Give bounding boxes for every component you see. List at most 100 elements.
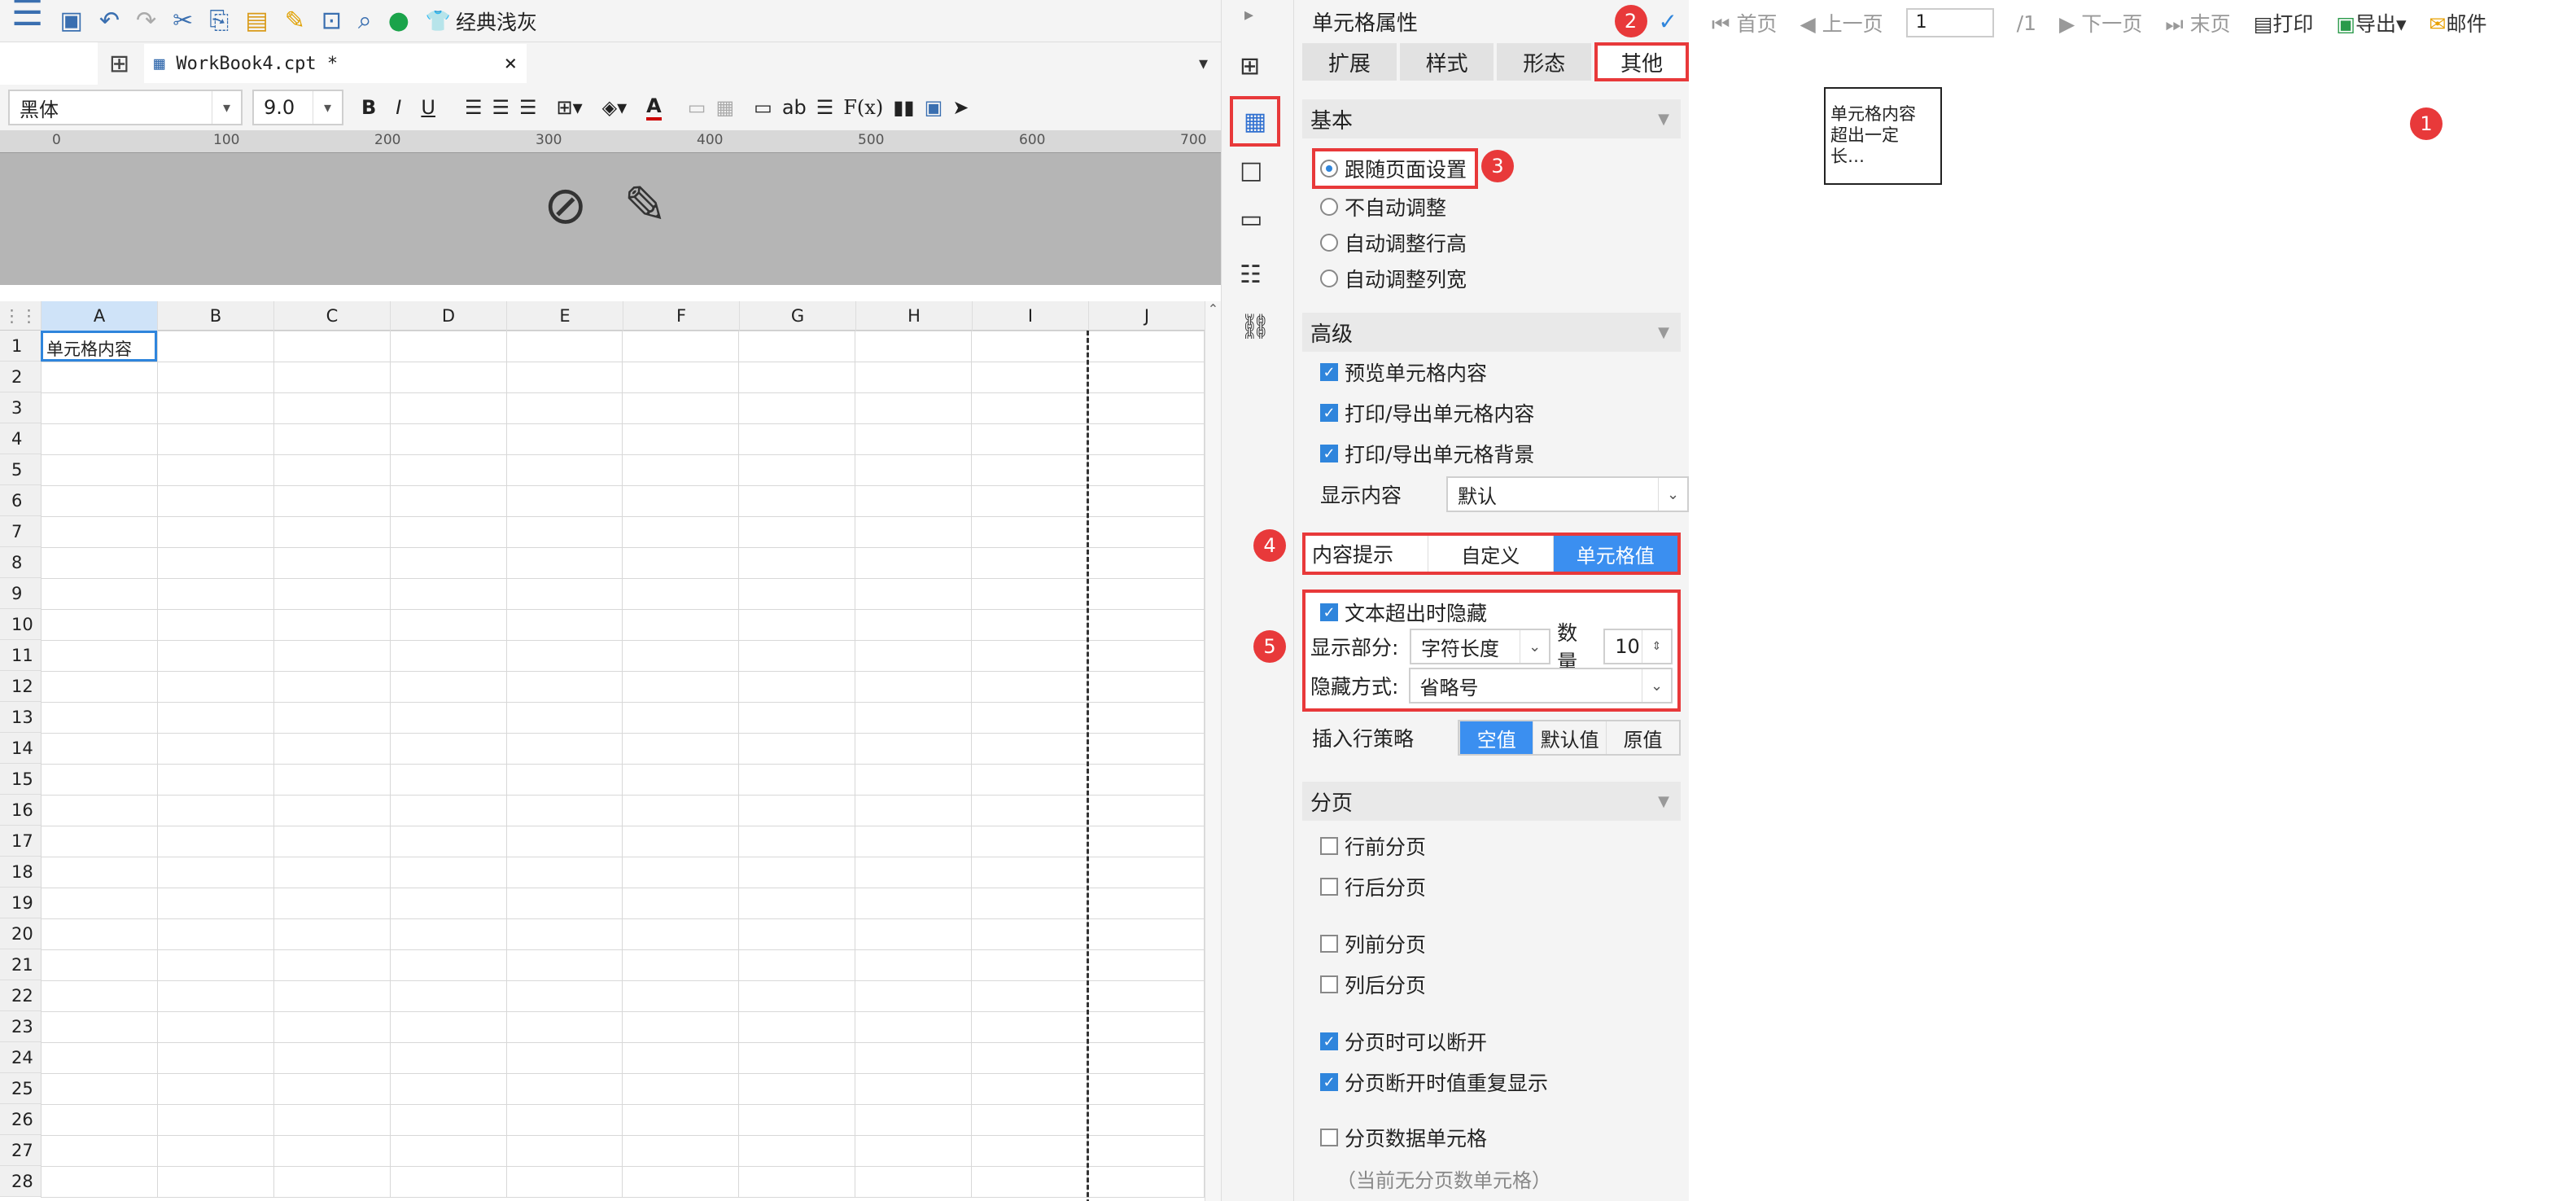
fill-color-icon[interactable]: ◈▾ — [602, 96, 628, 119]
grid-cell[interactable] — [622, 857, 740, 888]
grid-cell[interactable] — [389, 888, 507, 919]
grid-cell[interactable] — [505, 423, 623, 455]
row-header[interactable]: 3 — [0, 392, 41, 423]
grid-cell[interactable] — [971, 640, 1088, 672]
search-preview-icon[interactable]: ⌕ — [358, 7, 372, 35]
grid-cell[interactable] — [1087, 702, 1205, 734]
grid-cell[interactable] — [622, 609, 740, 641]
grid-cell[interactable] — [273, 1011, 391, 1043]
grid-cell[interactable] — [1087, 609, 1205, 641]
grid-cell[interactable] — [971, 949, 1088, 981]
insert-null[interactable]: 空值 — [1459, 721, 1533, 754]
font-select[interactable]: 黑体 ▾ — [8, 90, 243, 125]
row-header[interactable]: 20 — [0, 918, 41, 949]
grid-cell[interactable] — [156, 1166, 274, 1198]
grid-cell[interactable] — [855, 454, 973, 486]
grid-cell[interactable] — [40, 1073, 158, 1105]
column-header[interactable]: J — [1088, 301, 1205, 331]
section-paging[interactable]: 分页 ▼ — [1302, 782, 1681, 821]
grid-cell[interactable] — [505, 392, 623, 424]
grid-cell[interactable] — [622, 918, 740, 950]
grid-cell[interactable] — [156, 392, 274, 424]
grid-cell[interactable] — [738, 485, 856, 517]
grid-cell[interactable] — [971, 578, 1088, 610]
grid-cell[interactable] — [855, 826, 973, 857]
grid-cell[interactable] — [738, 1011, 856, 1043]
grid-cell[interactable] — [622, 640, 740, 672]
collapse-arrow-icon[interactable]: ▸ — [1244, 5, 1253, 25]
grid-cell[interactable] — [622, 888, 740, 919]
grid-cell[interactable] — [971, 423, 1088, 455]
row-header[interactable]: 12 — [0, 671, 41, 702]
page-input[interactable]: 1 — [1905, 8, 1994, 37]
grid-cell[interactable] — [855, 918, 973, 950]
grid-cell[interactable] — [738, 1135, 856, 1167]
grid-cell[interactable] — [622, 516, 740, 548]
grid-cell[interactable] — [40, 857, 158, 888]
last-page-button[interactable]: ⏭ 末页 — [2165, 8, 2230, 37]
row-header[interactable]: 9 — [0, 578, 41, 609]
pin-icon[interactable]: ✓ — [1659, 8, 1677, 35]
hide-icon[interactable]: ⊘ — [544, 176, 588, 236]
grid-cell[interactable] — [40, 362, 158, 393]
grid-cell[interactable] — [389, 516, 507, 548]
grid-cell[interactable] — [971, 1135, 1088, 1167]
grid-cell[interactable] — [855, 795, 973, 826]
grid-cell[interactable] — [40, 640, 158, 672]
section-basic[interactable]: 基本 ▼ — [1302, 99, 1681, 138]
grid-cell[interactable] — [1087, 423, 1205, 455]
prev-page-button[interactable]: ◀ 上一页 — [1800, 8, 1883, 37]
grid-cell[interactable] — [156, 857, 274, 888]
grid-cell[interactable] — [505, 764, 623, 796]
grid-cell[interactable] — [971, 362, 1088, 393]
grid-cell[interactable] — [1087, 547, 1205, 579]
grid-cell[interactable] — [855, 888, 973, 919]
grid-cell[interactable] — [505, 609, 623, 641]
grid-cell[interactable] — [389, 331, 507, 362]
grid-cell[interactable] — [156, 980, 274, 1012]
grid-cell[interactable] — [389, 702, 507, 734]
grid-cell[interactable] — [738, 609, 856, 641]
merge-icon[interactable]: ▭ — [688, 96, 706, 119]
grid-cell[interactable] — [1087, 454, 1205, 486]
grid-cell[interactable] — [389, 578, 507, 610]
row-header[interactable]: 28 — [0, 1166, 41, 1197]
grid-cell[interactable] — [156, 1135, 274, 1167]
grid-cell[interactable] — [1087, 1011, 1205, 1043]
widget-icon[interactable]: ▭ — [1240, 205, 1262, 234]
grid-cell[interactable] — [273, 671, 391, 703]
grid-cell[interactable] — [855, 331, 973, 362]
grid-cell[interactable] — [505, 980, 623, 1012]
grid-icon[interactable]: ⊞ — [109, 50, 129, 78]
row-header[interactable]: 13 — [0, 702, 41, 733]
check-repeat-value[interactable]: ✓ 分页断开时值重复显示 — [1320, 1062, 1689, 1102]
grid-cell[interactable] — [1087, 671, 1205, 703]
underline-button[interactable]: U — [421, 96, 435, 119]
grid-cell[interactable] — [855, 578, 973, 610]
grid-cell[interactable] — [738, 1166, 856, 1198]
grid-cell[interactable] — [40, 392, 158, 424]
grid-cell[interactable] — [1087, 826, 1205, 857]
grid-cell[interactable] — [505, 578, 623, 610]
grid-cell[interactable] — [389, 1135, 507, 1167]
export-button[interactable]: ▣导出▾ — [2336, 8, 2406, 37]
grid-cell[interactable] — [156, 609, 274, 641]
grid-cell[interactable] — [389, 795, 507, 826]
grid-cell[interactable] — [1087, 1042, 1205, 1074]
grid-cell[interactable] — [156, 733, 274, 765]
grid-cell[interactable] — [273, 1042, 391, 1074]
grid-cell[interactable] — [855, 362, 973, 393]
grid-cell[interactable] — [971, 1073, 1088, 1105]
ab-button[interactable]: ab — [782, 96, 807, 119]
grid-cell[interactable] — [505, 671, 623, 703]
grid-cell[interactable] — [505, 1042, 623, 1074]
grid-cell[interactable] — [971, 454, 1088, 486]
grid[interactable] — [40, 331, 1205, 1198]
grid-cell[interactable] — [389, 1073, 507, 1105]
tip-cell-value[interactable]: 单元格值 — [1552, 536, 1677, 572]
grid-cell[interactable] — [156, 516, 274, 548]
grid-cell[interactable] — [273, 764, 391, 796]
undo-icon[interactable]: ↶ — [99, 7, 120, 35]
grid-cell[interactable] — [1087, 888, 1205, 919]
grid-cell[interactable] — [1087, 1166, 1205, 1198]
